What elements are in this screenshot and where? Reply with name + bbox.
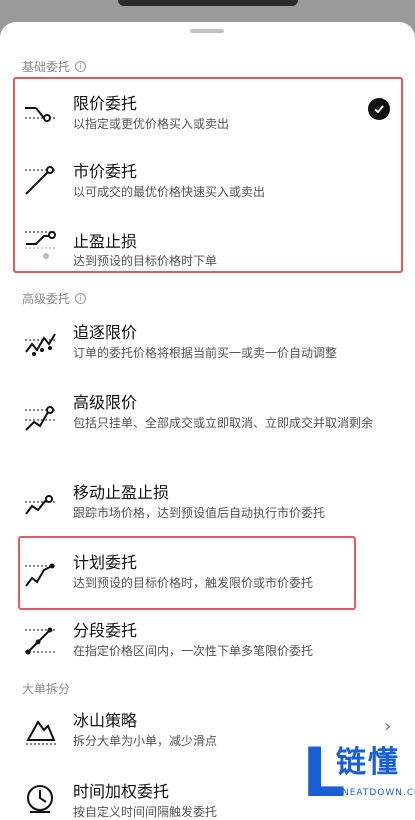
order-type-sheet: 基础委托 i 限价委托 以指定或更优价格买入或卖出 市价委托 以可成交的最优价格…	[0, 22, 415, 820]
order-type-market[interactable]: 市价委托 以可成交的最优价格快速买入或卖出	[0, 152, 415, 214]
item-title: 分段委托	[73, 621, 138, 640]
chevron-right-icon: ›	[384, 716, 392, 737]
item-title: 冰山策略	[73, 711, 138, 730]
trailing-stop-icon	[25, 495, 56, 515]
item-title: 限价委托	[73, 94, 138, 113]
item-desc: 以指定或更优价格买入或卖出	[73, 117, 230, 131]
clock-icon	[27, 785, 53, 813]
order-type-plan[interactable]: 计划委托 达到预设的目标价格时，触发限价或市价委托	[0, 544, 415, 608]
item-desc: 达到预设的目标价格时，触发限价或市价委托	[73, 576, 314, 590]
item-title: 时间加权委托	[73, 782, 170, 801]
order-type-limit[interactable]: 限价委托 以指定或更优价格买入或卖出	[0, 84, 415, 146]
info-icon[interactable]: i	[75, 293, 87, 304]
item-title: 计划委托	[73, 553, 138, 572]
order-type-chase[interactable]: 追逐限价 订单的委托价格将根据当前买一或卖一价自动调整	[0, 314, 415, 378]
section-basic: 基础委托 i	[22, 58, 87, 75]
order-type-tpsl[interactable]: 止盈止损 达到预设的目标价格时下单	[0, 220, 415, 274]
item-desc: 订单的委托价格将根据当前买一或卖一价自动调整	[73, 346, 338, 360]
item-desc: 包括只挂单、全部成交或立即取消、立即成交并取消剩余	[73, 416, 374, 430]
item-desc: 达到预设的目标价格时下单	[73, 254, 218, 268]
limit-order-icon	[25, 107, 56, 122]
item-title: 市价委托	[73, 162, 138, 181]
status-bar-notch	[118, 0, 298, 6]
info-icon[interactable]: i	[75, 61, 87, 72]
item-desc: 在指定价格区间内，一次性下单多笔限价委托	[73, 644, 314, 658]
plan-order-icon	[25, 563, 56, 587]
iceberg-icon	[26, 720, 56, 745]
advanced-limit-icon	[25, 406, 56, 431]
checkmark-icon	[368, 98, 390, 120]
item-title: 追逐限价	[73, 323, 138, 342]
item-title: 移动止盈止损	[73, 483, 170, 502]
item-desc: 以可成交的最优价格快速买入或卖出	[73, 185, 266, 199]
watermark-cn: 链懂	[336, 745, 400, 780]
order-type-advanced-limit[interactable]: 高级限价 包括只挂单、全部成交或立即取消、立即成交并取消剩余	[0, 384, 415, 474]
section-split-label: 大单拆分	[22, 682, 71, 696]
market-order-icon	[25, 166, 56, 195]
order-type-tiered[interactable]: 分段委托 在指定价格区间内，一次性下单多笔限价委托	[0, 612, 415, 672]
order-type-trailing-stop[interactable]: 移动止盈止损 跟踪市场价格，达到预设值后自动执行市价委托	[0, 474, 415, 538]
tiered-order-icon	[25, 627, 56, 655]
section-split: 大单拆分	[22, 680, 70, 697]
section-advanced: 高级委托 i	[22, 290, 87, 307]
chase-limit-icon	[25, 333, 56, 356]
tpsl-icon	[25, 231, 56, 259]
drag-handle[interactable]	[190, 29, 224, 33]
item-desc: 跟踪市场价格，达到预设值后自动执行市价委托	[73, 506, 326, 520]
neatdown-watermark-logo: L 链懂 NEATDOWN.COM	[298, 738, 415, 820]
section-advanced-label: 高级委托	[22, 292, 71, 306]
item-title: 止盈止损	[73, 232, 138, 251]
watermark-en: NEATDOWN.COM	[342, 788, 415, 798]
section-basic-label: 基础委托	[22, 60, 71, 74]
item-title: 高级限价	[73, 393, 138, 412]
